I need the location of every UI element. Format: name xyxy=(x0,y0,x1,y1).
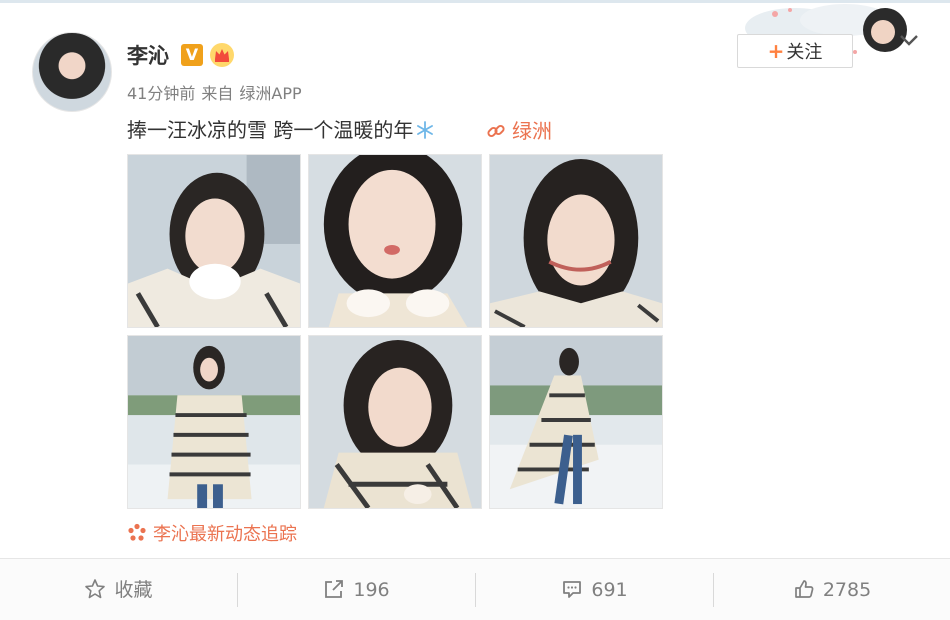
flower-icon xyxy=(128,523,146,541)
photo-6-image xyxy=(490,336,662,508)
like-count: 2785 xyxy=(822,579,872,601)
repost-button[interactable]: 196 xyxy=(238,559,475,620)
topic-link[interactable]: 李沁最新动态追踪 xyxy=(127,520,297,546)
photo-5[interactable] xyxy=(308,335,482,509)
verified-badge: V xyxy=(181,44,203,66)
photo-2-image xyxy=(309,155,481,327)
photo-4-image xyxy=(128,336,300,508)
oasis-link[interactable]: 绿洲 xyxy=(486,115,552,144)
username[interactable]: 李沁 xyxy=(127,40,169,70)
post-text: 捧一汪冰凉的雪 跨一个温暖的年 xyxy=(127,114,435,143)
avatar[interactable] xyxy=(32,32,112,112)
photo-1-image xyxy=(128,155,300,327)
post-time[interactable]: 41分钟前 xyxy=(127,84,195,103)
comment-count: 691 xyxy=(591,579,628,601)
photo-6[interactable] xyxy=(489,335,663,509)
post-text-body: 捧一汪冰凉的雪 跨一个温暖的年 xyxy=(127,118,414,142)
repost-count: 196 xyxy=(353,579,390,601)
photo-3-image xyxy=(490,155,662,327)
topic-label: 李沁最新动态追踪 xyxy=(153,524,297,545)
favorite-label: 收藏 xyxy=(114,579,153,601)
star-icon xyxy=(85,579,106,599)
link-label: 绿洲 xyxy=(512,119,552,143)
favorite-button[interactable]: 收藏 xyxy=(0,559,237,620)
post-meta: 41分钟前 来自 绿洲APP xyxy=(127,80,308,104)
crown-icon xyxy=(210,43,234,67)
comment-button[interactable]: 691 xyxy=(476,559,713,620)
photo-2[interactable] xyxy=(308,154,482,328)
photo-5-image xyxy=(309,336,481,508)
photo-4[interactable] xyxy=(127,335,301,509)
comment-icon xyxy=(563,581,582,598)
photo-3[interactable] xyxy=(489,154,663,328)
source-prefix: 来自 xyxy=(201,84,234,103)
thumbs-up-icon xyxy=(794,580,814,598)
share-icon xyxy=(325,580,344,598)
source-app[interactable]: 绿洲APP xyxy=(239,84,301,103)
like-button[interactable]: 2785 xyxy=(714,559,950,620)
snowflake-icon xyxy=(417,121,434,139)
photo-1[interactable] xyxy=(127,154,301,328)
chevron-down-icon[interactable] xyxy=(898,32,920,48)
action-bar: 收藏 196 691 2785 xyxy=(0,558,950,620)
follow-button[interactable]: + 关注 xyxy=(737,34,853,68)
follow-label: 关注 xyxy=(786,42,823,63)
link-icon xyxy=(487,124,505,138)
